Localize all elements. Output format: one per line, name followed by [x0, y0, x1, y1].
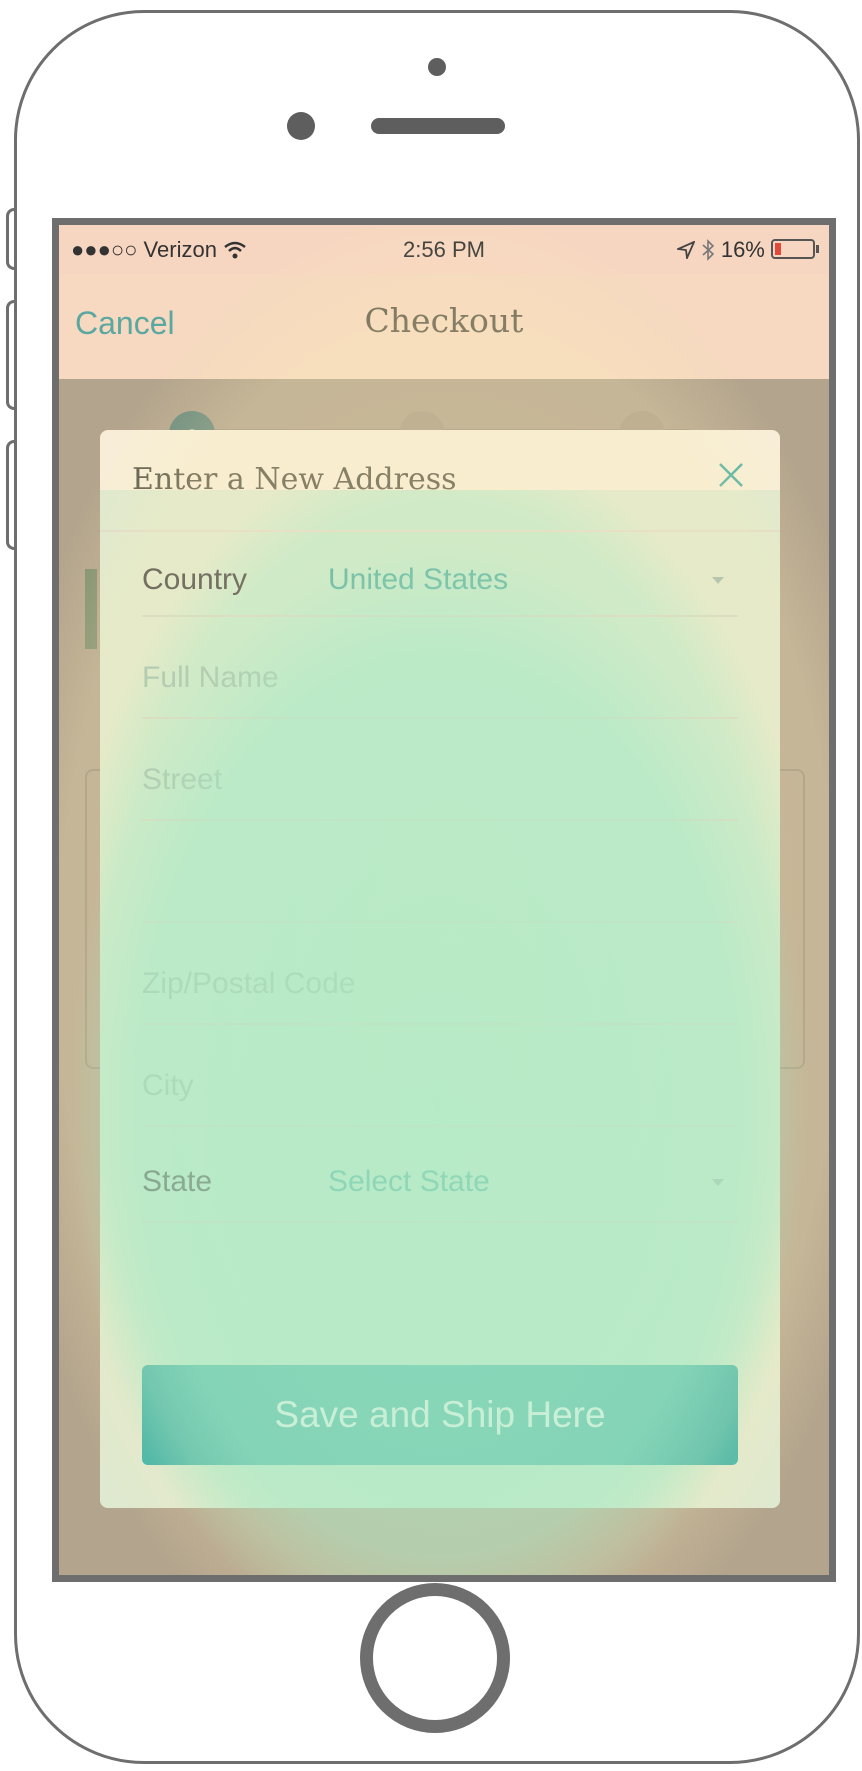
chevron-down-icon — [712, 577, 724, 584]
chevron-down-icon — [712, 1179, 724, 1186]
state-value: Select State — [328, 1165, 490, 1198]
phone-screen: ●●●○○ Verizon 2:56 PM 16% Cancel Checkou… — [52, 218, 836, 1582]
battery-percent: 16% — [720, 237, 765, 262]
front-camera — [287, 112, 315, 140]
device-mockup: ●●●○○ Verizon 2:56 PM 16% Cancel Checkou… — [0, 0, 862, 1771]
page-title: Checkout — [364, 301, 524, 340]
country-select[interactable]: Country United States — [142, 535, 738, 617]
modal-header: Enter a New Address — [100, 430, 780, 532]
address-modal: Enter a New Address Country United State… — [100, 430, 780, 1508]
full-name-placeholder: Full Name — [142, 661, 279, 694]
city-field[interactable]: City — [142, 1025, 738, 1127]
save-and-ship-button[interactable]: Save and Ship Here — [142, 1365, 738, 1465]
bluetooth-icon — [702, 239, 714, 261]
location-arrow-icon — [674, 240, 696, 262]
modal-title: Enter a New Address — [132, 462, 457, 497]
full-name-field[interactable]: Full Name — [142, 617, 738, 719]
status-right-cluster: 16% — [674, 237, 819, 263]
zip-code-placeholder: Zip/Postal Code — [142, 967, 356, 1000]
close-icon[interactable] — [716, 460, 746, 490]
city-placeholder: City — [142, 1069, 194, 1102]
status-bar: ●●●○○ Verizon 2:56 PM 16% — [59, 225, 829, 275]
street-field[interactable]: Street — [142, 719, 738, 821]
battery-icon — [771, 239, 819, 259]
home-button[interactable] — [360, 1583, 510, 1733]
zip-code-field[interactable]: Zip/Postal Code — [142, 923, 738, 1025]
street-line-2-field[interactable] — [142, 821, 738, 923]
earpiece-speaker — [371, 118, 505, 134]
state-select[interactable]: State Select State — [142, 1127, 738, 1223]
state-label: State — [142, 1165, 213, 1198]
street-placeholder: Street — [142, 763, 223, 796]
navigation-bar: Cancel Checkout — [59, 275, 829, 379]
country-value: United States — [328, 563, 509, 596]
product-thumbnail — [85, 569, 97, 649]
proximity-sensor — [428, 58, 446, 76]
country-label: Country — [142, 563, 248, 596]
